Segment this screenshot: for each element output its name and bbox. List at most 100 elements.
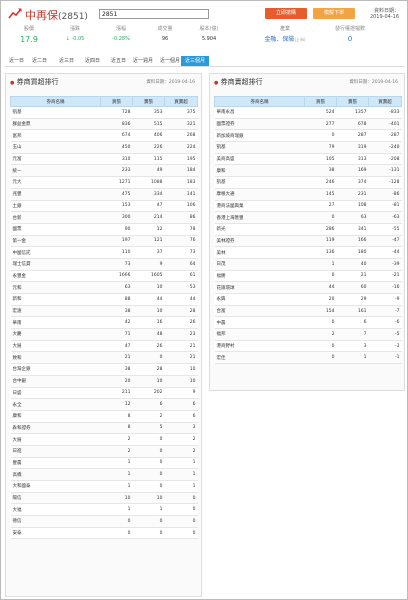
broker-name-link[interactable]: 大和國泰 [10, 480, 101, 493]
broker-name-link[interactable]: 元大 [10, 176, 101, 189]
broker-name-link[interactable]: 富邦 [10, 129, 101, 143]
broker-name-link[interactable]: 陽信 [10, 492, 101, 505]
broker-name-link[interactable]: 豐農 [10, 457, 101, 470]
tab-2d[interactable]: 近二日 [28, 56, 51, 66]
stock-search-input[interactable] [99, 9, 209, 19]
broker-name-link[interactable]: 高橋 [10, 468, 101, 481]
broker-name-link[interactable]: 花旗環球 [214, 281, 305, 294]
broker-name-link[interactable]: 新和 [10, 293, 101, 306]
table-row: 永興 20 29 -9 [214, 293, 402, 306]
broker-name-link[interactable]: 德信 [10, 515, 101, 528]
sell-volume: 341 [336, 223, 369, 236]
tab-1d[interactable]: 近一日 [5, 56, 28, 66]
broker-name-link[interactable]: 兆豐 [10, 188, 101, 201]
broker-name-link[interactable]: 港商法國興業 [214, 200, 305, 213]
broker-name-link[interactable]: 華南永昌 [214, 106, 305, 119]
stat-value[interactable]: 金融．保險(上市) [253, 34, 317, 45]
table-row: 豐農 1 0 1 [10, 457, 198, 470]
broker-name-link[interactable]: 合富 [214, 305, 305, 318]
buy-volume: 79 [304, 141, 337, 154]
broker-name-link[interactable]: 大慶 [10, 328, 101, 341]
col-broker[interactable]: 券商名稱 [214, 96, 305, 107]
broker-name-link[interactable]: 康和 [10, 410, 101, 423]
broker-name-link[interactable]: 日盛 [10, 387, 101, 400]
tab-4d[interactable]: 近四日 [81, 56, 104, 66]
broker-name-link[interactable]: 致和 [10, 351, 101, 365]
broker-name-link[interactable]: 香港上海匯豐 [214, 211, 305, 224]
sell-volume: 44 [132, 293, 165, 306]
simulate-order-button[interactable]: 模擬下單 [313, 8, 355, 19]
broker-name-link[interactable]: 第一金 [10, 235, 101, 248]
broker-name-link[interactable]: 安泰 [10, 527, 101, 540]
broker-name-link[interactable]: 新加坡商瑞銀 [214, 129, 305, 143]
broker-name-link[interactable]: 土銀 [10, 200, 101, 213]
net-volume: -86 [368, 188, 402, 201]
col-sell[interactable]: 賣張 [132, 96, 165, 107]
broker-name-link[interactable]: 犇和證券 [10, 422, 101, 435]
col-broker[interactable]: 券商名稱 [10, 96, 101, 107]
stat-value[interactable]: 0 [325, 34, 375, 45]
broker-name-link[interactable]: 元富 [10, 153, 101, 166]
broker-name-link[interactable]: 康和 [214, 164, 305, 178]
tab-1m[interactable]: 近一個月 [156, 56, 184, 66]
buy-volume: 450 [100, 141, 133, 154]
broker-name-link[interactable]: 玉山 [10, 141, 101, 154]
net-volume: 1 [164, 457, 198, 470]
broker-name-link[interactable]: 永豐金 [10, 270, 101, 283]
broker-name-link[interactable]: 大展 [10, 340, 101, 353]
sell-volume: 28 [132, 363, 165, 376]
broker-name-link[interactable]: 凱基 [10, 106, 101, 119]
stat-warrant-count[interactable]: 發行權證檔數 0 [325, 25, 375, 45]
col-buy[interactable]: 買張 [100, 96, 133, 107]
broker-name-link[interactable]: 台新 [10, 211, 101, 224]
net-volume: 2 [164, 433, 198, 446]
broker-name-link[interactable]: 凱基 [214, 141, 305, 154]
broker-name-link[interactable]: 宏遠 [10, 305, 101, 318]
broker-name-link[interactable]: 統一 [10, 164, 101, 178]
broker-name-link[interactable]: 國票 [10, 223, 101, 236]
broker-name-link[interactable]: 宏佳 [214, 351, 305, 365]
buy-volume: 524 [304, 106, 337, 119]
broker-name-link[interactable]: 日進 [10, 445, 101, 458]
broker-name-link[interactable]: 元和 [10, 281, 101, 294]
broker-name-link[interactable]: 福勝 [214, 270, 305, 283]
tab-1w[interactable]: 近一週月 [129, 56, 157, 66]
tab-3m[interactable]: 近三個月 [181, 56, 210, 66]
buy-now-button[interactable]: 立即搶購 [265, 8, 307, 19]
broker-name-link[interactable]: 美林證券 [214, 235, 305, 248]
col-net[interactable]: 買賣超 [368, 96, 402, 107]
tab-3d[interactable]: 近三日 [55, 56, 78, 66]
col-sell[interactable]: 賣張 [336, 96, 369, 107]
broker-name-link[interactable]: 大展 [10, 433, 101, 446]
industry-link[interactable]: 金融．保險 [264, 36, 294, 43]
col-buy[interactable]: 買張 [304, 96, 337, 107]
broker-name-link[interactable]: 新光 [214, 223, 305, 236]
broker-name-link[interactable]: 華南 [10, 316, 101, 330]
broker-name-link[interactable]: 凱基 [214, 176, 305, 189]
net-volume: -44 [368, 246, 402, 259]
broker-name-link[interactable]: 瑞士信貸 [10, 258, 101, 271]
broker-name-link[interactable]: 中國信託 [10, 246, 101, 259]
broker-name-link[interactable]: 台中銀 [10, 375, 101, 388]
broker-name-link[interactable]: 中農 [214, 316, 305, 330]
broker-name-link[interactable]: 永全 [10, 398, 101, 411]
broker-name-link[interactable]: 群益金鼎 [10, 118, 101, 131]
broker-name-link[interactable]: 永興 [214, 293, 305, 306]
broker-name-link[interactable]: 大福 [10, 503, 101, 517]
broker-name-link[interactable]: 摩根大通 [214, 188, 305, 201]
stat-label: 股本(億) [199, 26, 219, 32]
table-row: 港商野村 0 3 -3 [214, 340, 402, 353]
net-volume: 3 [164, 422, 198, 435]
broker-name-link[interactable]: 美商高盛 [214, 153, 305, 166]
tab-5d[interactable]: 近五日 [107, 56, 130, 66]
broker-name-link[interactable]: 福邦 [214, 328, 305, 341]
buy-volume: 20 [304, 293, 337, 306]
broker-name-link[interactable]: 美林 [214, 246, 305, 259]
broker-name-link[interactable]: 港商野村 [214, 340, 305, 353]
table-row: 大展 47 26 21 [10, 340, 198, 353]
stat-industry[interactable]: 產業 金融．保險(上市) [253, 25, 317, 45]
broker-name-link[interactable]: 日茂 [214, 258, 305, 271]
broker-name-link[interactable]: 國票證券 [214, 118, 305, 131]
col-net[interactable]: 買賣超 [164, 96, 198, 107]
broker-name-link[interactable]: 台灣企銀 [10, 363, 101, 376]
